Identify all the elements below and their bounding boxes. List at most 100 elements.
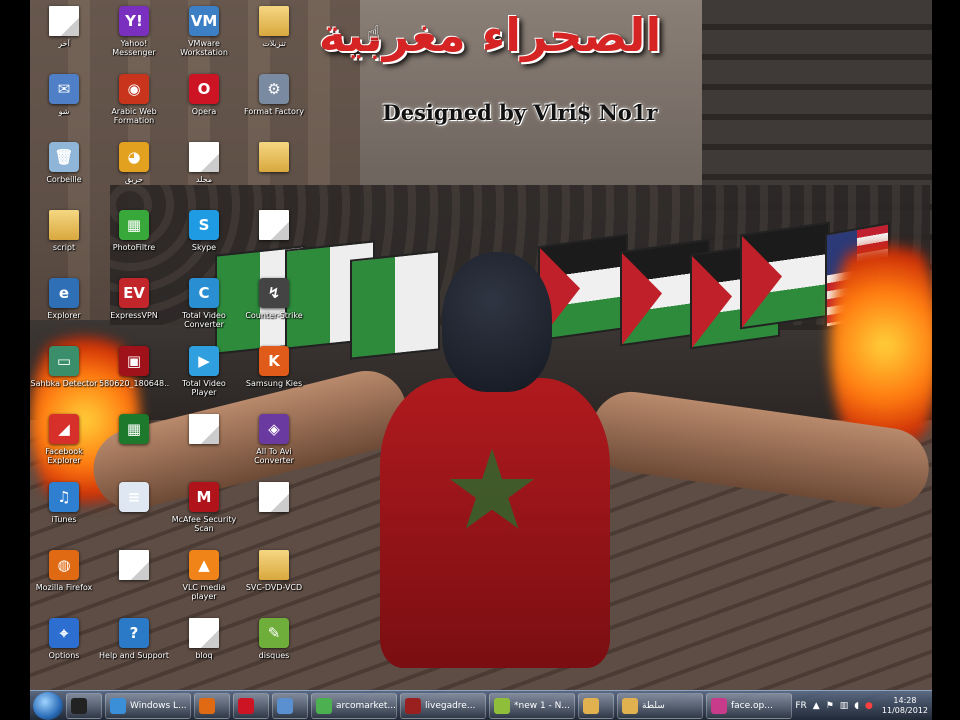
desktop-icon[interactable]: ◉ Arabic Web Formation bbox=[102, 74, 166, 144]
app-icon: M bbox=[189, 482, 219, 512]
desktop-icon[interactable]: ✎ disques bbox=[242, 618, 306, 688]
desktop-icon[interactable]: ▲ VLC media player bbox=[172, 550, 236, 620]
tray-arrow-icon[interactable]: ▲ bbox=[813, 701, 820, 711]
desktop-icon[interactable] bbox=[172, 414, 236, 484]
desktop-icon[interactable]: ▣ 580620_180648... bbox=[99, 346, 169, 416]
desktop-icon[interactable]: ✉ شو bbox=[32, 74, 96, 144]
wallpaper-star: ★ bbox=[442, 426, 542, 554]
taskbar-button[interactable] bbox=[194, 692, 230, 719]
taskbar-app-icon bbox=[405, 697, 421, 714]
desktop-icon[interactable]: script bbox=[32, 210, 96, 280]
desktop-icon-label: شو bbox=[58, 107, 70, 116]
wallpaper-title-credit: Designed by Vlri$ No1r bbox=[382, 100, 658, 125]
language-indicator[interactable]: FR bbox=[795, 701, 806, 711]
taskbar-button[interactable]: سلطة bbox=[617, 692, 703, 719]
desktop-icon-label: Help and Support bbox=[99, 651, 169, 660]
taskbar-button[interactable] bbox=[272, 692, 308, 719]
app-icon: e bbox=[49, 278, 79, 308]
desktop-icon-label: Yahoo! Messenger bbox=[112, 39, 156, 57]
desktop-icon-label: 580620_180648... bbox=[99, 379, 169, 388]
desktop-icon[interactable]: مجلد bbox=[172, 142, 236, 212]
start-button[interactable] bbox=[33, 691, 63, 720]
desktop-icon[interactable]: ↯ Counter-Strike bbox=[242, 278, 306, 348]
taskbar-button[interactable]: *new 1 - N... bbox=[489, 692, 575, 719]
desktop-icon[interactable]: EV ExpressVPN bbox=[102, 278, 166, 348]
desktop-icon[interactable]: bloq bbox=[172, 618, 236, 688]
desktop-icon[interactable]: ⌖ Options bbox=[32, 618, 96, 688]
desktop-icon[interactable]: آخر bbox=[32, 6, 96, 76]
desktop-icon[interactable]: ◍ Mozilla Firefox bbox=[32, 550, 96, 620]
desktop-icon[interactable]: ⚙ Format Factory bbox=[242, 74, 306, 144]
app-icon: ↯ bbox=[259, 278, 289, 308]
taskbar-button[interactable] bbox=[578, 692, 614, 719]
desktop-icon[interactable] bbox=[102, 550, 166, 620]
taskbar-button[interactable] bbox=[66, 692, 102, 719]
taskbar-app-icon bbox=[71, 697, 87, 714]
taskbar-button[interactable]: Windows L... bbox=[105, 692, 191, 719]
desktop-icon-label: disques bbox=[258, 651, 290, 660]
desktop[interactable]: ★ الصحراء مغربية Designed by Vlri$ No1r … bbox=[30, 0, 932, 720]
app-icon: O bbox=[189, 74, 219, 104]
desktop-icon[interactable]: ◕ حريق bbox=[102, 142, 166, 212]
app-icon: VM bbox=[189, 6, 219, 36]
desktop-icon-label: Facebook Explorer bbox=[45, 447, 83, 465]
desktop-icon[interactable]: ♫ iTunes bbox=[32, 482, 96, 552]
desktop-icon[interactable]: تنزيلات bbox=[242, 6, 306, 76]
desktop-icon[interactable] bbox=[242, 142, 306, 212]
taskbar-app-icon bbox=[199, 697, 215, 714]
folder-icon bbox=[259, 6, 289, 36]
tray-volume-icon[interactable]: ◖ bbox=[854, 701, 859, 711]
mouse-cursor-icon: ☝ bbox=[367, 22, 381, 47]
desktop-icon[interactable]: VM VMware Workstation bbox=[172, 6, 236, 76]
desktop-icon[interactable]: ▦ PhotoFiltre bbox=[102, 210, 166, 280]
desktop-icon[interactable]: K Samsung Kies bbox=[242, 346, 306, 416]
tray-flag-icon[interactable]: ⚑ bbox=[826, 701, 834, 711]
desktop-icon[interactable]: e Explorer bbox=[32, 278, 96, 348]
desktop-icon[interactable]: ▭ Sahbka Detector bbox=[30, 346, 98, 416]
desktop-icon[interactable]: ▦ bbox=[102, 414, 166, 484]
app-icon: K bbox=[259, 346, 289, 376]
clock[interactable]: 14:28 11/08/2012 bbox=[882, 696, 928, 716]
desktop-icon[interactable]: ≡ bbox=[102, 482, 166, 552]
taskbar-button-label: face.op... bbox=[731, 700, 773, 711]
app-icon: ▭ bbox=[49, 346, 79, 376]
document-icon bbox=[189, 414, 219, 444]
app-icon: EV bbox=[119, 278, 149, 308]
desktop-icon[interactable]: 🗑 Corbeille bbox=[32, 142, 96, 212]
desktop-icon[interactable]: S Skype bbox=[172, 210, 236, 280]
taskbar-button[interactable] bbox=[233, 692, 269, 719]
desktop-icon[interactable]: ▶ Total Video Player bbox=[172, 346, 236, 416]
desktop-icon-label: PhotoFiltre bbox=[112, 243, 156, 252]
desktop-icon[interactable]: ? Help and Support bbox=[99, 618, 169, 688]
desktop-icon[interactable] bbox=[242, 210, 306, 280]
desktop-icon-label: Mozilla Firefox bbox=[35, 583, 93, 592]
taskbar-app-icon bbox=[622, 697, 638, 714]
document-icon bbox=[189, 142, 219, 172]
desktop-icon[interactable]: O Opera bbox=[172, 74, 236, 144]
desktop-icon-label: McAfee Security Scan bbox=[171, 515, 237, 533]
desktop-icon-label: مجلد bbox=[195, 175, 213, 184]
taskbar-button[interactable]: arcomarket... bbox=[311, 692, 397, 719]
taskbar-button-label: *new 1 - N... bbox=[514, 700, 570, 711]
desktop-icon[interactable] bbox=[242, 482, 306, 552]
document-icon bbox=[189, 618, 219, 648]
desktop-icon[interactable]: M McAfee Security Scan bbox=[172, 482, 236, 552]
tray-security-icon[interactable]: ● bbox=[865, 701, 873, 711]
taskbar-button[interactable]: face.op... bbox=[706, 692, 792, 719]
desktop-icon-label: VLC media player bbox=[182, 583, 226, 601]
desktop-icon-label: Counter-Strike bbox=[245, 311, 303, 320]
desktop-icon-label: Sahbka Detector bbox=[30, 379, 98, 388]
desktop-icon[interactable]: ◈ All To Avi Converter bbox=[242, 414, 306, 484]
desktop-icon[interactable]: Y! Yahoo! Messenger bbox=[102, 6, 166, 76]
app-icon: ◕ bbox=[119, 142, 149, 172]
taskbar-app-icon bbox=[711, 697, 727, 714]
desktop-icon[interactable]: C Total Video Converter bbox=[172, 278, 236, 348]
taskbar-app-icon bbox=[238, 697, 254, 714]
desktop-icon-label: Samsung Kies bbox=[245, 379, 303, 388]
app-icon: ▲ bbox=[189, 550, 219, 580]
desktop-icon-label: Explorer bbox=[47, 311, 81, 320]
desktop-icon[interactable]: ◢ Facebook Explorer bbox=[32, 414, 96, 484]
desktop-icon[interactable]: SVC-DVD-VCD bbox=[242, 550, 306, 620]
taskbar-button[interactable]: livegadre... bbox=[400, 692, 486, 719]
tray-network-icon[interactable]: ▥ bbox=[840, 701, 849, 711]
